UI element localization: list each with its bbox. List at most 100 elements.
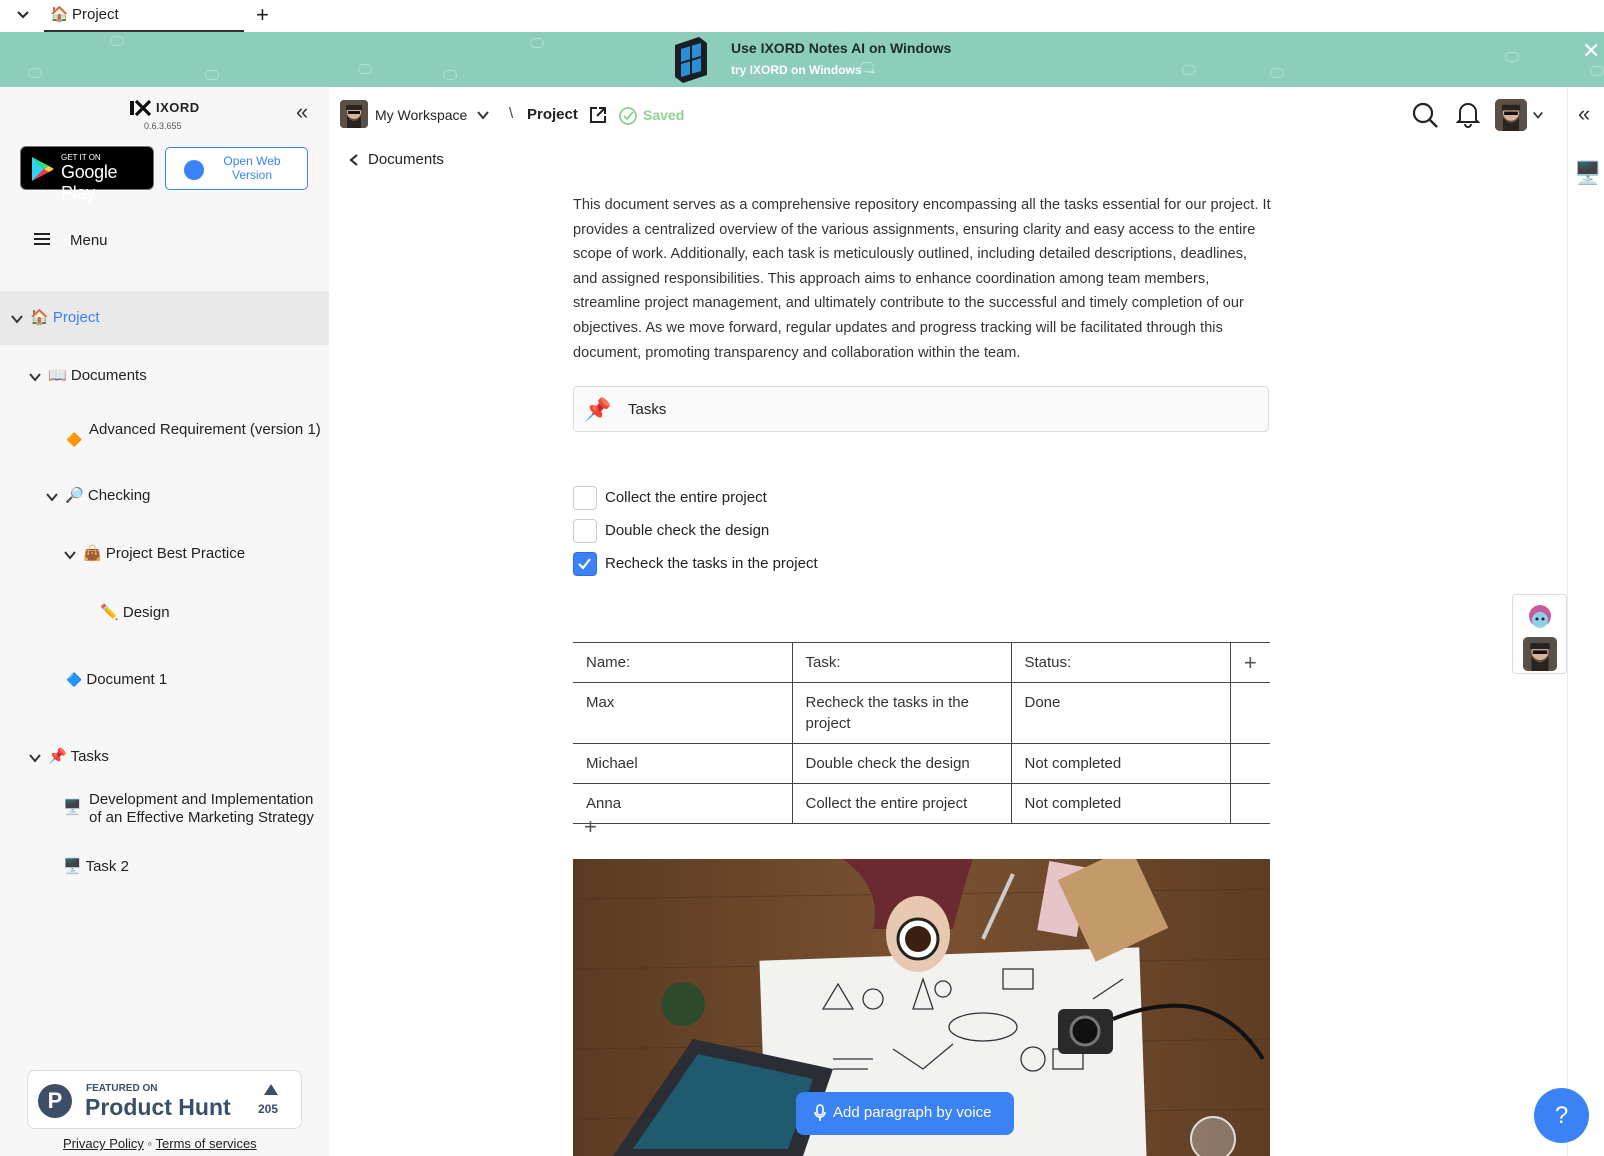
table-header-cell[interactable]: Status: [1011, 642, 1231, 683]
search-icon[interactable] [1411, 101, 1439, 129]
checkbox-checked[interactable] [573, 552, 597, 576]
table-row: Anna Collect the entire project Not comp… [573, 783, 1270, 824]
ph-name: Product Hunt [85, 1094, 231, 1120]
monitor-icon[interactable]: 🖥️ [1574, 160, 1601, 186]
tree-item-task-2[interactable]: 🖥️ Task 2 [63, 858, 129, 876]
checklist-label: Recheck the tasks in the project [605, 555, 818, 572]
chevron-down-icon[interactable] [476, 108, 490, 122]
collapse-right-panel-button[interactable]: « [1578, 103, 1590, 125]
tab-project[interactable]: 🏠 Project [44, 0, 244, 32]
user-avatar[interactable] [1495, 99, 1527, 131]
checkbox[interactable] [573, 486, 597, 510]
avatar-icon [1495, 99, 1527, 131]
tree-item-project-best-practice[interactable]: 👜 Project Best Practice [83, 545, 245, 563]
google-play-icon [32, 157, 54, 181]
monitor-icon: 🖥️ [63, 858, 82, 875]
breadcrumb-separator: \ [509, 105, 514, 122]
collaborator-avatar[interactable] [1522, 600, 1558, 636]
tree-item-documents[interactable]: 📖 Documents [48, 367, 147, 385]
saved-check-icon [619, 107, 637, 125]
table-cell[interactable]: Max [573, 682, 793, 744]
task-table: Name: Task: Status: + Max Recheck the ta… [573, 642, 1270, 824]
windows-logo-icon [675, 37, 707, 83]
pencil-icon: ✏️ [100, 604, 119, 621]
add-paragraph-by-voice-button[interactable]: Add paragraph by voice [796, 1092, 1014, 1135]
tree-item-label: Project [52, 309, 100, 326]
chevron-left-icon [349, 154, 358, 166]
close-banner-button[interactable]: ✕ [1582, 40, 1600, 62]
tree-item-checking[interactable]: 🔎 Checking [65, 487, 150, 505]
help-button[interactable]: ? [1534, 1088, 1589, 1143]
tree-item-label: Checking [87, 487, 151, 504]
magnifier-icon: 🔎 [65, 487, 84, 504]
workspace-avatar[interactable] [340, 100, 368, 128]
open-external-icon[interactable] [588, 105, 608, 125]
table-cell[interactable]: Double check the design [792, 743, 1012, 784]
chevron-down-icon[interactable] [14, 6, 32, 24]
tasks-callout[interactable]: 📌 Tasks [573, 386, 1269, 432]
pushpin-icon: 📌 [48, 748, 67, 765]
legal-links: Privacy Policy ◦ Terms of services [63, 1136, 257, 1151]
terms-link[interactable]: Terms of services [156, 1136, 257, 1151]
open-web-version-button[interactable]: Open Web Version [165, 147, 308, 190]
chevron-down-icon[interactable] [45, 490, 59, 504]
table-header-cell[interactable]: Name: [573, 642, 793, 683]
app-name: IXORD [156, 100, 200, 115]
chevron-down-icon[interactable] [63, 548, 77, 562]
google-play-button[interactable]: GET IT ON Google Play [20, 146, 154, 203]
globe-icon [184, 160, 204, 180]
chevron-down-icon[interactable] [10, 312, 24, 326]
promo-banner: Use IXORD Notes AI on Windows try IXORD … [0, 32, 1604, 87]
table-header-cell[interactable]: Task: [792, 642, 1012, 683]
tab-label: Project [72, 6, 119, 23]
privacy-policy-link[interactable]: Privacy Policy [63, 1136, 144, 1151]
collapse-sidebar-button[interactable]: « [296, 101, 308, 123]
tree-item-advanced-requirement[interactable]: Advanced Requirement (version 1) [89, 421, 321, 439]
table-cell[interactable]: Not completed [1011, 743, 1231, 784]
add-column-button[interactable]: + [1230, 642, 1270, 683]
banner-link[interactable]: try IXORD on Windows → [731, 63, 877, 77]
tree-item-marketing-strategy[interactable]: Development and Implementation of an Eff… [89, 791, 325, 827]
handbag-icon: 👜 [83, 545, 102, 562]
tree-item-project[interactable]: 🏠 Project [30, 309, 100, 327]
add-row-button[interactable]: + [584, 816, 597, 838]
tree-item-label: Project Best Practice [105, 545, 246, 562]
orange-diamond-icon: 🔶 [66, 432, 83, 447]
tree-item-label: Tasks [70, 748, 109, 765]
upvote-icon [264, 1084, 278, 1095]
new-tab-button[interactable]: + [256, 4, 269, 26]
chevron-down-icon[interactable] [28, 370, 42, 384]
breadcrumb-project[interactable]: Project [527, 106, 578, 123]
table-cell[interactable]: Recheck the tasks in the project [792, 682, 1012, 744]
tree-item-document-1[interactable]: 🔷 Document 1 [66, 671, 167, 689]
workspace-name[interactable]: My Workspace [375, 107, 467, 123]
table-row: Max Recheck the tasks in the project Don… [573, 682, 1270, 744]
gplay-small-text: GET IT ON [61, 153, 101, 162]
table-header-row: Name: Task: Status: + [573, 642, 1270, 683]
collaborator-avatar[interactable] [1523, 637, 1557, 671]
product-hunt-badge[interactable]: P FEATURED ON Product Hunt 205 [27, 1070, 302, 1129]
bell-icon[interactable] [1455, 100, 1481, 128]
table-cell[interactable]: Anna [573, 783, 793, 824]
tree-item-design[interactable]: ✏️ Design [100, 604, 170, 622]
table-cell[interactable]: Done [1011, 682, 1231, 744]
table-cell[interactable]: Michael [573, 743, 793, 784]
table-row: Michael Double check the design Not comp… [573, 743, 1270, 784]
chevron-down-icon[interactable] [28, 751, 42, 765]
blue-diamond-icon: 🔷 [66, 672, 83, 687]
banner-title: Use IXORD Notes AI on Windows [731, 40, 952, 56]
table-cell[interactable]: Not completed [1011, 783, 1231, 824]
table-cell-empty [1230, 743, 1270, 784]
document-paragraph[interactable]: This document serves as a comprehensive … [573, 193, 1273, 365]
table-cell[interactable]: Collect the entire project [792, 783, 1012, 824]
ph-featured-text: FEATURED ON [86, 1083, 158, 1094]
gplay-big-text: Google Play [61, 162, 118, 203]
dot-separator: ◦ [147, 1136, 156, 1151]
checkbox[interactable] [573, 519, 597, 543]
microphone-icon [814, 1104, 826, 1121]
product-hunt-logo: P [38, 1084, 72, 1118]
chevron-down-icon[interactable] [1532, 109, 1544, 121]
tree-item-tasks[interactable]: 📌 Tasks [48, 748, 109, 766]
house-icon: 🏠 [30, 309, 49, 326]
app-version: 0.6.3.655 [144, 121, 182, 131]
